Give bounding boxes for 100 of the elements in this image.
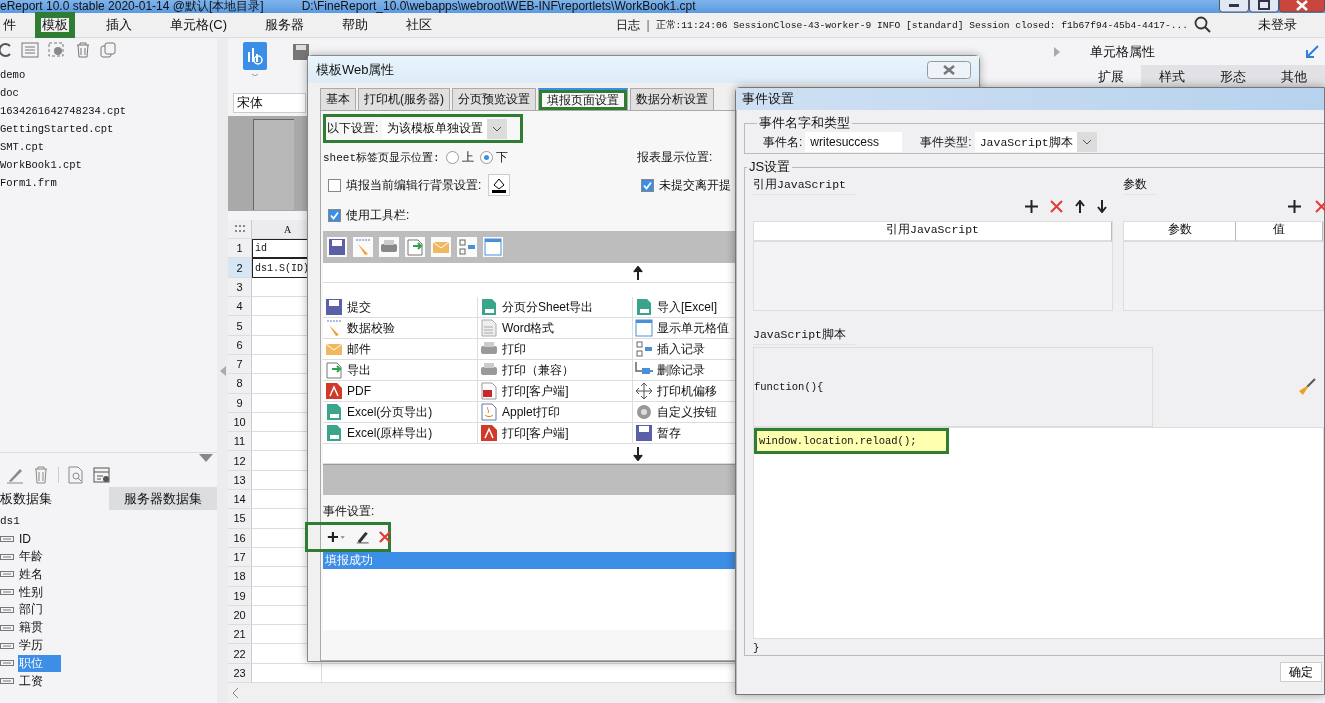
delete-icon[interactable]: [379, 530, 391, 544]
scroll-left-icon[interactable]: [233, 688, 239, 698]
file-item[interactable]: demo: [0, 66, 217, 84]
field-item[interactable]: 姓名: [18, 565, 61, 583]
row-header[interactable]: 22: [228, 644, 252, 664]
row-header[interactable]: 3: [228, 277, 252, 298]
toolbar-button-option[interactable]: PDF: [347, 384, 371, 398]
add-icon[interactable]: [1025, 199, 1038, 213]
checkbox-label[interactable]: 填报当前编辑行背景设置:: [346, 176, 482, 194]
arrow-icon[interactable]: [1305, 44, 1319, 59]
window-icon[interactable]: [484, 238, 502, 256]
dialog-tab[interactable]: 基本: [320, 88, 356, 110]
field-item[interactable]: 性别: [18, 583, 61, 601]
menu-item[interactable]: 帮助: [335, 12, 376, 38]
event-type-dropdown[interactable]: JavaScript脚本: [974, 132, 1097, 152]
row-header[interactable]: 18: [228, 567, 252, 587]
toolbar-button-option[interactable]: 数据校验: [347, 319, 395, 337]
radio-button[interactable]: [479, 150, 493, 164]
dialog-tab[interactable]: 打印机(服务器): [358, 88, 450, 110]
row-header[interactable]: 13: [228, 470, 252, 491]
refresh-icon[interactable]: [0, 42, 12, 58]
row-header[interactable]: 9: [228, 393, 252, 413]
menu-item[interactable]: 插入: [99, 12, 139, 38]
save-icon[interactable]: [293, 44, 309, 60]
field-item[interactable]: 籍贯: [18, 619, 61, 637]
dataset-tab[interactable]: 服务器数据集: [108, 487, 217, 511]
gear-icon[interactable]: [48, 42, 66, 58]
toolbar-button-option[interactable]: 插入记录: [657, 340, 705, 358]
add-icon[interactable]: [1288, 199, 1301, 213]
file-item[interactable]: 1634261642748234.cpt: [0, 102, 217, 120]
log-link[interactable]: 日志: [616, 16, 641, 34]
paint-bucket-icon[interactable]: [488, 174, 511, 196]
preview-icon[interactable]: [68, 466, 84, 485]
toolbar-button-option[interactable]: 分页分Sheet导出: [502, 298, 594, 316]
close-icon[interactable]: [927, 60, 971, 79]
row-header[interactable]: 6: [228, 335, 252, 355]
maximize-icon[interactable]: [1249, 0, 1279, 13]
dataset-icon[interactable]: [93, 466, 111, 485]
toolbar-button-option[interactable]: Excel(原样导出): [347, 424, 433, 442]
row-header[interactable]: 21: [228, 625, 252, 645]
dialog-tab[interactable]: 分页预览设置: [452, 88, 536, 110]
font-field[interactable]: 宋体: [233, 93, 306, 114]
row-header[interactable]: 14: [228, 490, 252, 510]
checkbox-label[interactable]: 未提交离开提: [659, 176, 731, 194]
radio-label[interactable]: 下: [495, 148, 508, 166]
down-arrow-icon[interactable]: [633, 446, 643, 461]
field-item[interactable]: 部门: [18, 601, 61, 619]
row-header[interactable]: 10: [228, 412, 252, 433]
toolbar-button-option[interactable]: Word格式: [502, 319, 555, 337]
collapse-icon[interactable]: [199, 454, 213, 463]
toolbar-button-option[interactable]: 导入[Excel]: [657, 298, 717, 316]
row-header[interactable]: 23: [228, 663, 252, 683]
close-icon[interactable]: [1279, 0, 1325, 13]
file-item[interactable]: Form1.frm: [0, 174, 217, 192]
panel-tab[interactable]: 样式: [1141, 65, 1203, 88]
code-editor[interactable]: window.location.reload();: [753, 427, 1324, 639]
toolbar-button-option[interactable]: 打印（兼容）: [502, 361, 574, 379]
row-header[interactable]: 11: [228, 432, 252, 452]
file-item[interactable]: SMT.cpt: [0, 138, 217, 156]
ok-button[interactable]: 确定: [1280, 662, 1322, 682]
row-header[interactable]: 17: [228, 547, 252, 568]
down-arrow-icon[interactable]: [1097, 199, 1107, 213]
toolbar-button-option[interactable]: 提交: [347, 298, 371, 316]
toolbar-button-option[interactable]: 自定义按钮: [657, 403, 717, 421]
toolbar-button-option[interactable]: Excel(分页导出): [347, 403, 433, 421]
toolbar-button-option[interactable]: 显示单元格值: [657, 319, 729, 337]
toolbar-button-option[interactable]: 邮件: [347, 340, 371, 358]
login-link[interactable]: 未登录: [1258, 16, 1297, 34]
delete-icon[interactable]: [1315, 199, 1325, 213]
row-header[interactable]: 1: [228, 239, 252, 259]
menu-item[interactable]: 社区: [399, 12, 440, 38]
toolbar-button-option[interactable]: Applet打印: [502, 403, 561, 421]
checkbox[interactable]: [328, 208, 341, 222]
toolbar-button-option[interactable]: 打印[客户端]: [502, 424, 569, 442]
toolbar-button-option[interactable]: 暂存: [657, 424, 681, 442]
pencil-icon[interactable]: [354, 238, 372, 256]
dialog-tab[interactable]: 数据分析设置: [630, 88, 714, 110]
row-header[interactable]: 19: [228, 586, 252, 606]
row-header[interactable]: 12: [228, 451, 252, 471]
add-icon[interactable]: [327, 530, 346, 544]
row-header[interactable]: 4: [228, 297, 252, 317]
minimize-icon[interactable]: [1219, 0, 1249, 13]
chart-icon[interactable]: [243, 42, 267, 76]
delete-icon[interactable]: [1050, 199, 1063, 213]
up-arrow-icon[interactable]: [633, 265, 643, 280]
scope-dropdown[interactable]: 为该模板单独设置: [382, 118, 508, 139]
menu-item[interactable]: 模板: [35, 12, 75, 38]
export-icon[interactable]: [406, 238, 424, 256]
field-item[interactable]: 学历: [18, 637, 61, 654]
collapse-icon[interactable]: [219, 365, 226, 376]
menu-item[interactable]: 服务器: [258, 12, 312, 38]
dialog-tab[interactable]: 填报页面设置: [538, 88, 628, 110]
row-header[interactable]: 20: [228, 605, 252, 626]
pencil-icon[interactable]: [6, 466, 24, 485]
menu-item[interactable]: 件: [0, 12, 23, 38]
up-arrow-icon[interactable]: [1075, 199, 1085, 213]
row-header[interactable]: 5: [228, 316, 252, 336]
radio-button[interactable]: [445, 150, 459, 164]
list-icon[interactable]: [21, 42, 39, 58]
insert-row-icon[interactable]: [458, 238, 476, 256]
